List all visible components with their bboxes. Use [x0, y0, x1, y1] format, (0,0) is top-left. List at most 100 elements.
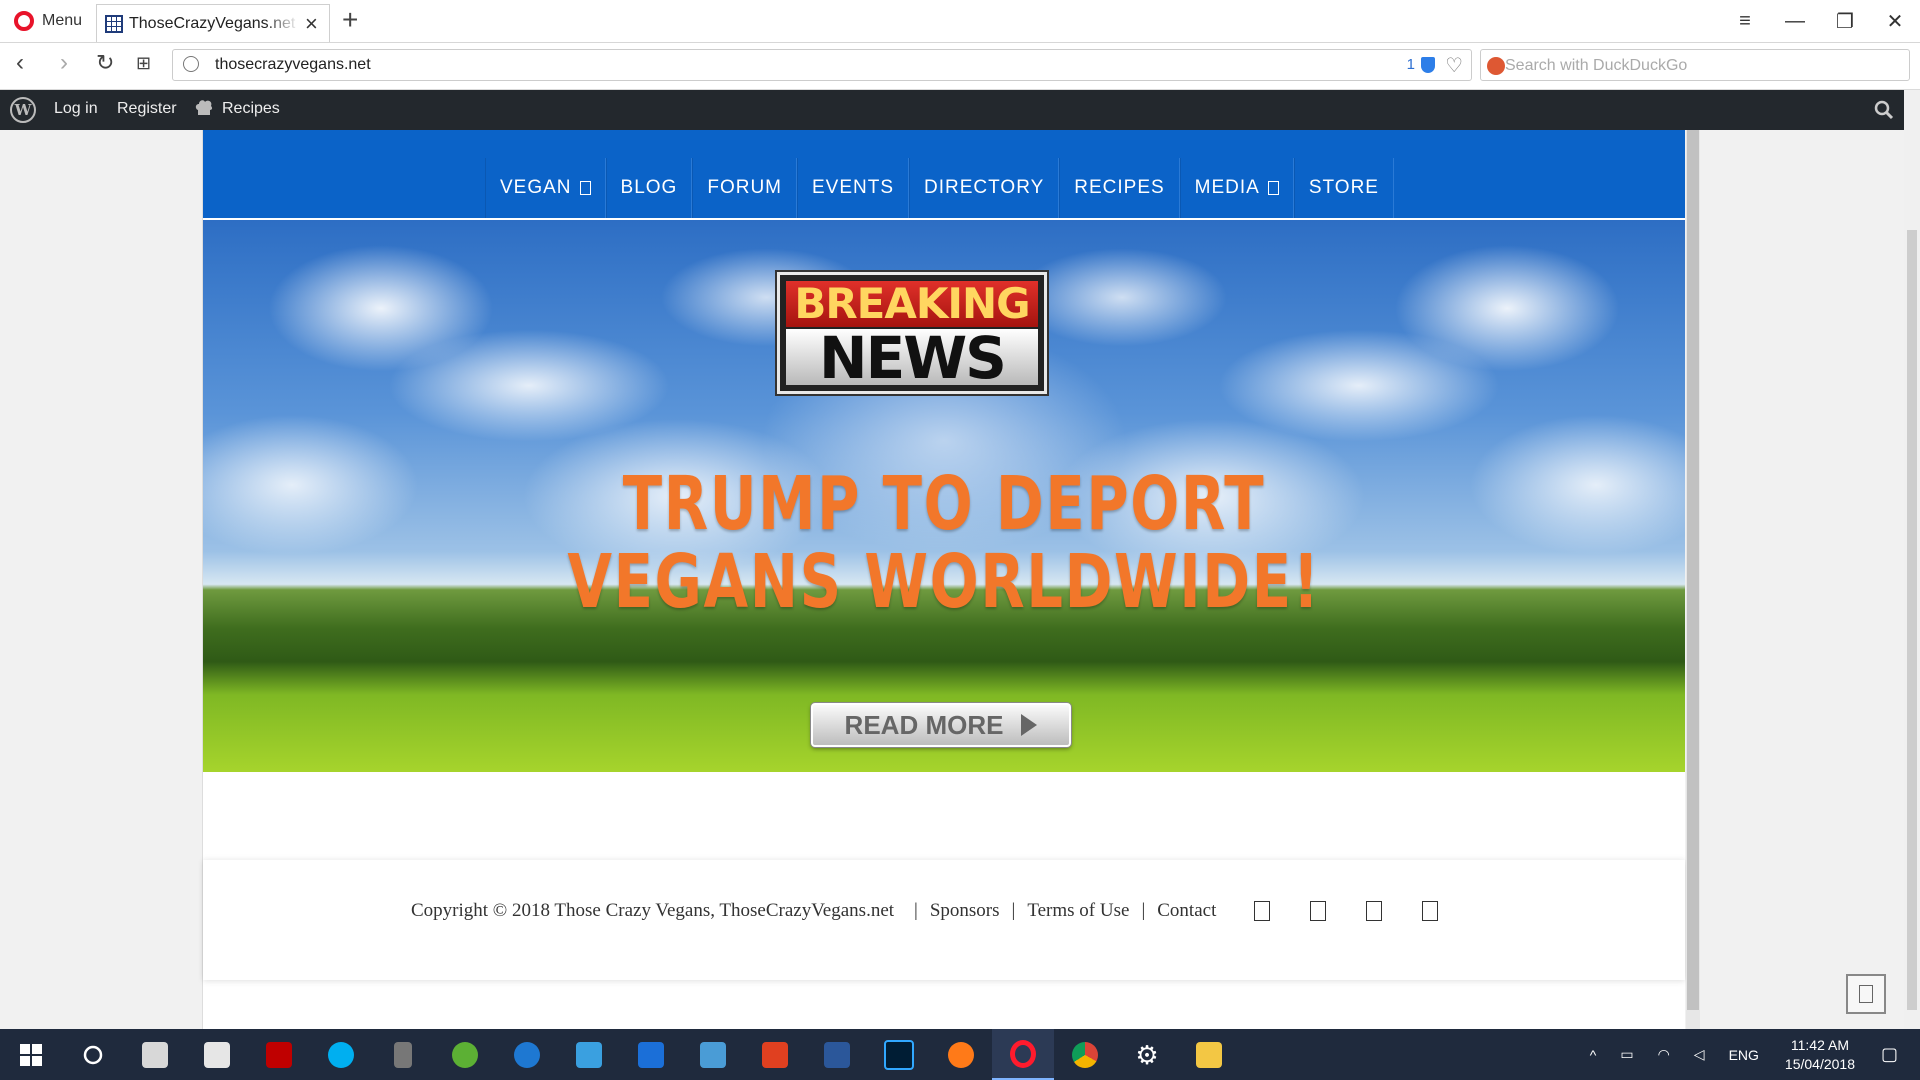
camera-icon	[204, 1041, 230, 1068]
bookmark-heart-icon[interactable]: ♡	[1445, 53, 1463, 78]
restore-icon[interactable]: ❐	[1820, 9, 1870, 34]
breaking-news-badge: BREAKING NEWS	[777, 272, 1047, 394]
taskbar-malwarebytes[interactable]	[620, 1029, 682, 1080]
reload-icon[interactable]: ↻	[96, 52, 114, 74]
word-icon	[824, 1041, 850, 1068]
ccleaner-icon	[762, 1041, 788, 1068]
read-more-button[interactable]: READ MORE	[811, 703, 1071, 747]
footer-link-terms[interactable]: Terms of Use	[1027, 900, 1129, 922]
app-icon	[514, 1041, 540, 1068]
address-bar-row: ‹ › ↻ ⊞ thosecrazyvegans.net 1 ♡ Search …	[0, 43, 1920, 90]
wordpress-admin-bar: W Log in Register Recipes	[0, 90, 1904, 130]
minimize-icon[interactable]: —	[1770, 10, 1820, 33]
monitor-icon	[700, 1041, 726, 1068]
cortana-button[interactable]	[62, 1029, 124, 1080]
nav-item-recipes[interactable]: RECIPES	[1059, 158, 1180, 218]
network-tool-icon	[576, 1041, 602, 1068]
notifications-icon[interactable]: ▢	[1881, 1044, 1898, 1065]
social-icon-1[interactable]	[1254, 901, 1271, 921]
nav-item-store[interactable]: STORE	[1293, 158, 1394, 218]
chrome-icon	[1072, 1041, 1098, 1068]
taskbar-speaker-app[interactable]	[372, 1029, 434, 1080]
url-bar[interactable]: thosecrazyvegans.net 1 ♡	[172, 49, 1472, 81]
page-scrollbar[interactable]	[1904, 90, 1920, 1029]
taskbar-clock[interactable]: 11:42 AM 15/04/2018	[1785, 1036, 1855, 1074]
taskbar-network-app[interactable]	[558, 1029, 620, 1080]
calculator-icon	[142, 1041, 168, 1068]
taskbar-chrome[interactable]	[1054, 1029, 1116, 1080]
site-header-strip	[203, 130, 1685, 158]
search-placeholder: Search with DuckDuckGo	[1505, 57, 1688, 74]
close-window-icon[interactable]: ✕	[1870, 9, 1920, 34]
footer-link-contact[interactable]: Contact	[1157, 900, 1216, 922]
taskbar-app-blue[interactable]	[496, 1029, 558, 1080]
start-button[interactable]	[0, 1029, 62, 1080]
dropdown-icon	[1267, 181, 1279, 195]
nav-item-events[interactable]: EVENTS	[797, 158, 910, 218]
wifi-icon[interactable]: ◠	[1658, 1046, 1670, 1063]
blocked-count: 1	[1406, 56, 1415, 73]
footer-link-sponsors[interactable]: Sponsors	[930, 900, 1000, 922]
tray-chevron-icon[interactable]: ^	[1590, 1047, 1597, 1063]
taskbar-utorrent[interactable]	[434, 1029, 496, 1080]
taskbar-ccleaner[interactable]	[744, 1029, 806, 1080]
photoshop-icon	[884, 1039, 914, 1070]
social-icon-3[interactable]	[1366, 901, 1383, 921]
search-icon[interactable]	[1872, 98, 1896, 122]
search-field[interactable]: Search with DuckDuckGo	[1480, 49, 1910, 81]
scroll-to-top-button[interactable]	[1846, 974, 1886, 1014]
battery-icon[interactable]: ▭	[1620, 1046, 1633, 1063]
login-link[interactable]: Log in	[54, 100, 98, 118]
tab-menu-icon[interactable]: ≡	[1720, 10, 1770, 33]
taskbar-photoshop[interactable]	[868, 1029, 930, 1080]
wordpress-logo-icon[interactable]: W	[10, 97, 36, 123]
windows-taskbar: ⚙ ^ ▭ ◠ ◁ ENG 11:42 AM 15/04/2018 ▢	[0, 1029, 1920, 1080]
arrow-up-icon	[1859, 985, 1873, 1003]
taskbar-camera[interactable]	[186, 1029, 248, 1080]
window-controls: ≡ — ❐ ✕	[1720, 0, 1920, 42]
adblock-shield-icon[interactable]	[1421, 57, 1435, 73]
nav-item-blog[interactable]: BLOG	[605, 158, 693, 218]
close-tab-icon[interactable]: ×	[305, 12, 318, 35]
folder-icon	[1196, 1041, 1222, 1068]
nav-item-directory[interactable]: DIRECTORY	[909, 158, 1060, 218]
skype-icon	[328, 1041, 354, 1068]
volume-icon[interactable]: ◁	[1694, 1046, 1705, 1063]
malwarebytes-icon	[638, 1041, 664, 1068]
recipes-link[interactable]: Recipes	[222, 100, 280, 118]
browser-tab-active[interactable]: ThoseCrazyVegans.net - Those Crazy Vegan…	[96, 4, 330, 42]
language-indicator[interactable]: ENG	[1729, 1047, 1759, 1063]
taskbar-settings[interactable]: ⚙	[1116, 1029, 1178, 1080]
taskbar-opera[interactable]	[992, 1029, 1054, 1080]
nav-item-forum[interactable]: FORUM	[692, 158, 797, 218]
social-icon-2[interactable]	[1310, 901, 1327, 921]
menu-label: Menu	[42, 12, 83, 29]
hero-banner[interactable]: BREAKING NEWS TRUMP TO DEPORT VEGANS WOR…	[203, 220, 1685, 772]
taskbar-calculator[interactable]	[124, 1029, 186, 1080]
nav-item-media[interactable]: MEDIA	[1179, 158, 1294, 218]
tab-title: ThoseCrazyVegans.net - Those Crazy Vegan…	[129, 14, 299, 32]
forward-icon[interactable]: ›	[60, 51, 68, 75]
copyright-text: Copyright © 2018 Those Crazy Vegans, Tho…	[411, 900, 895, 921]
opera-logo-icon	[14, 11, 34, 31]
inner-scrollbar[interactable]	[1686, 130, 1700, 1029]
taskbar-file-explorer[interactable]	[1178, 1029, 1240, 1080]
taskbar-skype[interactable]	[310, 1029, 372, 1080]
site-container: VEGAN BLOG FORUM EVENTS DIRECTORY RECIPE…	[202, 130, 1685, 1029]
taskbar-remote-desktop[interactable]	[682, 1029, 744, 1080]
taskbar-filezilla[interactable]	[248, 1029, 310, 1080]
new-tab-button[interactable]: +	[342, 6, 358, 34]
taskbar-firefox[interactable]	[930, 1029, 992, 1080]
filezilla-icon	[266, 1041, 292, 1068]
back-icon[interactable]: ‹	[16, 51, 24, 75]
page-viewport: VEGAN BLOG FORUM EVENTS DIRECTORY RECIPE…	[0, 130, 1904, 1029]
chef-hat-icon	[195, 100, 213, 115]
speed-dial-icon[interactable]: ⊞	[136, 54, 151, 72]
register-link[interactable]: Register	[117, 100, 177, 118]
taskbar-word[interactable]	[806, 1029, 868, 1080]
url-text[interactable]: thosecrazyvegans.net	[215, 56, 371, 74]
social-icon-4[interactable]	[1422, 901, 1439, 921]
opera-menu-button[interactable]: Menu	[8, 8, 88, 34]
browser-tab-strip: Menu ThoseCrazyVegans.net - Those Crazy …	[0, 0, 1920, 43]
nav-item-vegan[interactable]: VEGAN	[485, 158, 606, 218]
